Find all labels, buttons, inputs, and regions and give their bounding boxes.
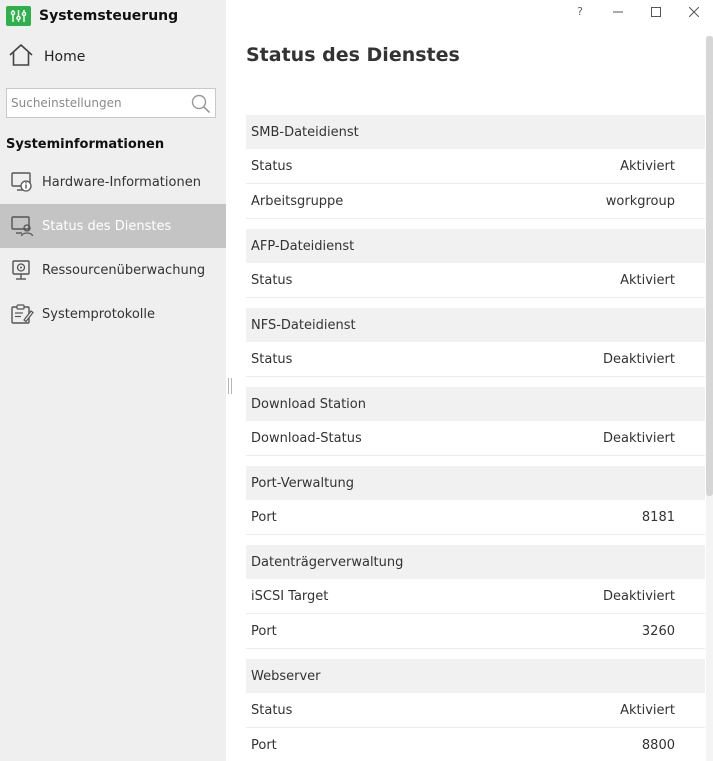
service-group-header: SMB-Dateidienst	[246, 115, 705, 149]
status-row-value: Deaktiviert	[603, 430, 675, 446]
sidebar-item-resource-monitor[interactable]: Ressourcenüberwachung	[0, 248, 226, 292]
sidebar-item-label: Systemprotokolle	[42, 306, 156, 322]
status-row: Port 3260	[246, 614, 705, 649]
sidebar-item-system-logs[interactable]: Systemprotokolle	[0, 292, 226, 336]
status-row: Status Aktiviert	[246, 263, 705, 298]
sidebar-item-hardware-info[interactable]: Hardware-Informationen	[0, 160, 226, 204]
status-row: Port 8800	[246, 728, 705, 761]
status-row: Status Aktiviert	[246, 693, 705, 728]
sidebar-item-service-status[interactable]: Status des Dienstes	[0, 204, 226, 248]
home-icon	[8, 43, 34, 71]
status-row-label: Download-Status	[251, 430, 362, 446]
settings-sliders-icon	[6, 6, 31, 26]
service-group: Datenträgerverwaltung iSCSI Target Deaktiv…	[246, 545, 705, 649]
sidebar-item-label: Hardware-Informationen	[42, 174, 201, 190]
service-status-list: SMB-Dateidienst Status Aktiviert Arbeitsgru…	[246, 115, 705, 761]
status-row-value: Aktiviert	[620, 702, 675, 718]
status-row: iSCSI Target Deaktiviert	[246, 579, 705, 614]
service-group: Download Station Download-Status Deaktivie…	[246, 387, 705, 456]
status-row: Status Deaktiviert	[246, 342, 705, 377]
status-row-value: 8800	[641, 737, 675, 753]
service-group-header: Datenträgerverwaltung	[246, 545, 705, 579]
status-row-value: Deaktiviert	[603, 351, 675, 367]
system-log-icon	[10, 302, 34, 326]
status-row-value: Aktiviert	[620, 272, 675, 288]
service-group: NFS-Dateidienst Status Deaktiviert	[246, 308, 705, 377]
home-button[interactable]: Home	[8, 43, 85, 71]
app-title: Systemsteuerung	[39, 8, 179, 24]
sidebar-item-label: Status des Dienstes	[42, 218, 172, 234]
resource-monitor-icon	[10, 258, 34, 282]
service-group-header: Port-Verwaltung	[246, 466, 705, 500]
status-row-label: Status	[251, 272, 293, 288]
status-row-label: Arbeitsgruppe	[251, 193, 344, 209]
status-row: Status Aktiviert	[246, 149, 705, 184]
home-label: Home	[44, 49, 86, 65]
search-input[interactable]	[7, 90, 187, 116]
section-heading: Systeminformationen	[6, 137, 165, 152]
status-row-label: Port	[251, 737, 277, 753]
status-row-label: Status	[251, 702, 293, 718]
status-row-label: Port	[251, 623, 277, 639]
status-row-label: Port	[251, 509, 277, 525]
page-title: Status des Dienstes	[246, 44, 460, 66]
sidebar-resize-handle[interactable]	[228, 378, 232, 394]
service-group: Webserver Status Aktiviert Port 8800	[246, 659, 705, 761]
status-row-label: Status	[251, 351, 293, 367]
service-group-header: Webserver	[246, 659, 705, 693]
main-panel: Status des Dienstes SMB-Dateidienst Statu…	[246, 0, 706, 761]
sidebar-item-label: Ressourcenüberwachung	[42, 262, 206, 278]
control-panel-window: Systemsteuerung Home Systeminformationen	[0, 0, 713, 761]
search-box	[6, 88, 216, 118]
scrollbar-thumb[interactable]	[706, 36, 713, 496]
status-row: Download-Status Deaktiviert	[246, 421, 705, 456]
sidebar: Systemsteuerung Home Systeminformationen	[0, 0, 226, 761]
hardware-info-icon	[10, 170, 34, 194]
app-header: Systemsteuerung	[6, 6, 178, 26]
sidebar-nav: Hardware-Informationen Status des Dienst…	[0, 160, 226, 336]
status-row-value: Deaktiviert	[603, 588, 675, 604]
status-row-value: Aktiviert	[620, 158, 675, 174]
status-row-value: 3260	[641, 623, 675, 639]
service-status-icon	[10, 214, 34, 238]
service-group-header: Download Station	[246, 387, 705, 421]
service-group-header: AFP-Dateidienst	[246, 229, 705, 263]
status-row-label: iSCSI Target	[251, 588, 329, 604]
search-icon[interactable]	[191, 94, 211, 118]
status-row: Port 8181	[246, 500, 705, 535]
service-group: Port-Verwaltung Port 8181	[246, 466, 705, 535]
status-row-value: 8181	[641, 509, 675, 525]
service-group: AFP-Dateidienst Status Aktiviert	[246, 229, 705, 298]
service-group: SMB-Dateidienst Status Aktiviert Arbeitsgru…	[246, 115, 705, 219]
status-row-value: workgroup	[605, 193, 675, 209]
status-row-label: Status	[251, 158, 293, 174]
service-group-header: NFS-Dateidienst	[246, 308, 705, 342]
status-row: Arbeitsgruppe workgroup	[246, 184, 705, 219]
